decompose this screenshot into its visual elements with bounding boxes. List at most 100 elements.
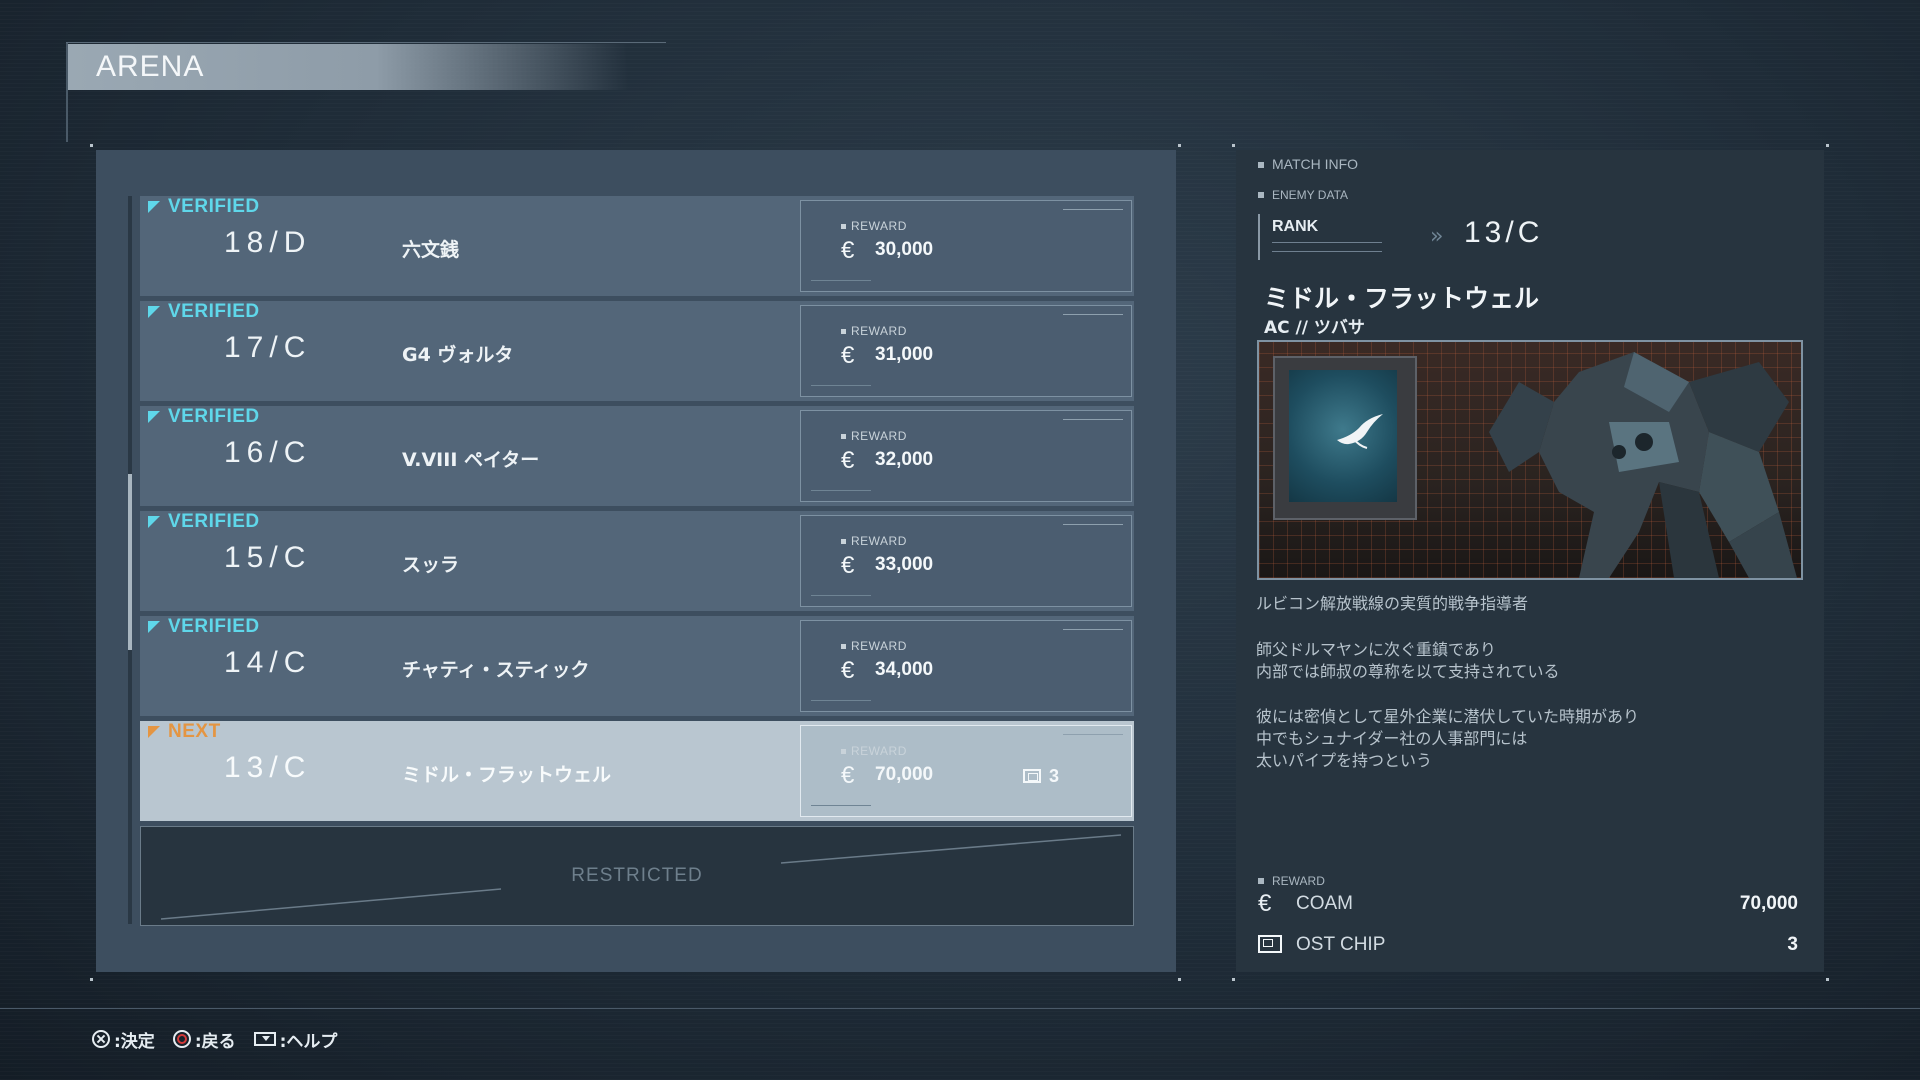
flag-icon: [148, 306, 160, 318]
reward-row-coam: € COAM 70,000: [1258, 890, 1798, 920]
reward-value: 31,000: [875, 344, 934, 365]
match-row-selected[interactable]: NEXT 13/C ミドル・フラットウェル REWARD € 70,000 3: [140, 721, 1134, 821]
reward-name: OST CHIP: [1296, 934, 1386, 955]
reward-label: REWARD: [841, 219, 907, 233]
reward-value: 70,000: [875, 764, 934, 785]
reward-row-ost-chip: OST CHIP 3: [1258, 931, 1798, 961]
panel-corner-dot: [1178, 978, 1181, 981]
scrollbar-thumb[interactable]: [128, 474, 132, 650]
enemy-portrait: [1257, 340, 1803, 580]
flag-icon: [148, 411, 160, 423]
panel-corner-dot: [1232, 978, 1235, 981]
restricted-label: RESTRICTED: [571, 865, 703, 886]
opponent-name: スッラ: [402, 554, 460, 576]
reward-box: REWARD € 70,000 3: [800, 725, 1132, 817]
match-rank: 15/C: [224, 541, 312, 574]
page-title: ARENA: [96, 50, 205, 83]
status-badge: VERIFIED: [148, 406, 260, 428]
opponent-name: 六文銭: [402, 239, 460, 261]
flag-icon: [148, 516, 160, 528]
reward-box: REWARD € 31,000: [800, 305, 1132, 397]
emblem-poster: [1289, 370, 1397, 502]
flag-icon: [148, 201, 160, 213]
coam-currency-icon: €: [841, 447, 855, 474]
coam-currency-icon: €: [841, 237, 855, 264]
coam-currency-icon: €: [841, 552, 855, 579]
reward-amount: 70,000: [1739, 893, 1798, 914]
coam-currency-icon: €: [841, 342, 855, 369]
reward-label: REWARD: [841, 744, 907, 758]
touchpad-button-icon[interactable]: [253, 1032, 276, 1046]
enemy-description-line: 彼には密偵として星外企業に潜伏していた時期があり: [1256, 707, 1640, 726]
match-row[interactable]: VERIFIED 14/C チャティ・スティック REWARD € 34,000: [140, 616, 1134, 716]
coam-currency-icon: €: [841, 657, 855, 684]
reward-label: REWARD: [841, 429, 907, 443]
enemy-description-line: 内部では師叔の尊称を以て支持されている: [1256, 662, 1560, 681]
chevron-right-icon: »: [1430, 224, 1444, 249]
opponent-name: V.VIII ペイター: [402, 449, 540, 471]
enemy-description-line: 師父ドルマヤンに次ぐ重鎮であり: [1256, 640, 1496, 659]
reward-box: REWARD € 32,000: [800, 410, 1132, 502]
panel-corner-dot: [90, 144, 93, 147]
rank-box: RANK: [1258, 214, 1402, 260]
status-badge: VERIFIED: [148, 616, 260, 638]
back-hint: :戻る: [194, 1031, 236, 1052]
reward-value: 34,000: [875, 659, 934, 680]
panel-corner-dot: [1826, 978, 1829, 981]
reward-value: 33,000: [875, 554, 934, 575]
reward-box: REWARD € 34,000: [800, 620, 1132, 712]
title-frame-top: [66, 42, 666, 43]
button-hints: :決定 :戻る :ヘルプ: [92, 1026, 355, 1052]
bird-emblem-icon: [1337, 414, 1383, 449]
flag-icon: [148, 726, 160, 738]
reward-value: 32,000: [875, 449, 934, 470]
coam-currency-icon: €: [1258, 890, 1272, 917]
reward-box: REWARD € 30,000: [800, 200, 1132, 292]
match-row[interactable]: VERIFIED 18/D 六文銭 REWARD € 30,000: [140, 196, 1134, 296]
reward-value: 30,000: [875, 239, 934, 260]
match-row[interactable]: VERIFIED 16/C V.VIII ペイター REWARD € 32,00…: [140, 406, 1134, 506]
restricted-row: RESTRICTED: [140, 826, 1134, 926]
match-rank: 14/C: [224, 646, 312, 679]
match-rank: 17/C: [224, 331, 312, 364]
chip-reward: 3: [1023, 766, 1059, 787]
flag-icon: [148, 621, 160, 633]
match-rank: 18/D: [224, 226, 312, 259]
status-badge: VERIFIED: [148, 196, 260, 218]
opponent-name: ミドル・フラットウェル: [402, 764, 612, 786]
rank-label: RANK: [1272, 218, 1319, 235]
match-rank: 13/C: [224, 751, 312, 784]
reward-label: REWARD: [841, 534, 907, 548]
status-badge: VERIFIED: [148, 301, 260, 323]
match-row[interactable]: VERIFIED 15/C スッラ REWARD € 33,000: [140, 511, 1134, 611]
circle-button-icon[interactable]: [172, 1030, 191, 1048]
footer-divider: [0, 1008, 1920, 1009]
status-badge: NEXT: [148, 721, 221, 743]
reward-header: REWARD: [1258, 874, 1325, 888]
reward-label: REWARD: [841, 324, 907, 338]
match-rank: 16/C: [224, 436, 312, 469]
opponent-name: G4 ヴォルタ: [402, 344, 514, 366]
opponent-name: チャティ・スティック: [402, 659, 590, 681]
match-info-header: MATCH INFO: [1258, 156, 1358, 172]
enemy-rank-value: 13/C: [1464, 216, 1544, 249]
reward-box: REWARD € 33,000: [800, 515, 1132, 607]
enemy-description-line: 太いパイプを持つという: [1256, 751, 1433, 770]
reward-name: COAM: [1296, 893, 1353, 914]
enemy-description-line: 中でもシュナイダー社の人事部門には: [1256, 729, 1528, 748]
ac-mech-image: [1489, 352, 1797, 578]
help-hint: :ヘルプ: [279, 1031, 338, 1052]
enemy-name: ミドル・フラットウェル: [1264, 284, 1540, 313]
cross-button-icon[interactable]: [92, 1030, 110, 1048]
reward-amount: 3: [1787, 934, 1798, 955]
match-row[interactable]: VERIFIED 17/C G4 ヴォルタ REWARD € 31,000: [140, 301, 1134, 401]
enemy-description-line: ルビコン解放戦線の実質的戦争指導者: [1256, 594, 1529, 613]
ost-chip-icon: [1023, 769, 1041, 783]
ost-chip-icon: [1258, 931, 1290, 959]
reward-label: REWARD: [841, 639, 907, 653]
panel-corner-dot: [1232, 144, 1235, 147]
title-bar: ARENA: [68, 44, 628, 90]
status-badge: VERIFIED: [148, 511, 260, 533]
coam-currency-icon: €: [841, 762, 855, 789]
confirm-hint: :決定: [114, 1031, 155, 1052]
